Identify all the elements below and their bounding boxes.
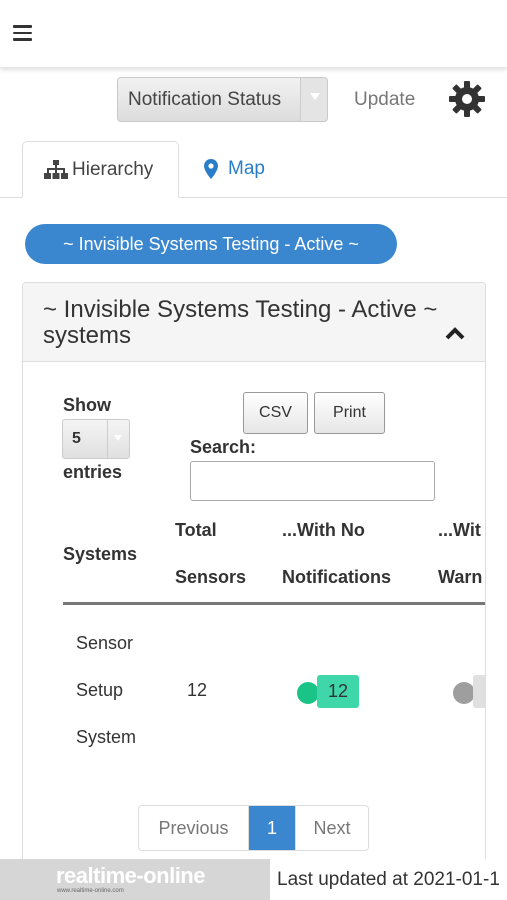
- show-label: Show: [63, 395, 111, 415]
- search-input[interactable]: [190, 461, 435, 501]
- view-tabs: Hierarchy Map: [0, 141, 507, 198]
- footer: realtime-online www.realtime-online.com …: [0, 859, 507, 900]
- top-bar: [0, 0, 507, 68]
- header-warnings[interactable]: Warn: [438, 567, 482, 588]
- tab-hierarchy[interactable]: Hierarchy: [22, 141, 179, 198]
- page-length-value: 5: [72, 430, 81, 447]
- chevron-up-icon[interactable]: [444, 325, 466, 341]
- page-1-button[interactable]: 1: [249, 806, 295, 850]
- previous-page-button[interactable]: Previous: [139, 806, 249, 850]
- logo-text: realtime-online: [56, 863, 205, 888]
- brand-logo: realtime-online www.realtime-online.com: [0, 859, 270, 900]
- warnings-badge[interactable]: [473, 675, 485, 708]
- system-name-line-2[interactable]: Setup: [76, 680, 123, 701]
- chevron-down-icon: [300, 78, 327, 121]
- tab-map-label: Map: [228, 158, 265, 179]
- entries-label: entries: [63, 462, 123, 482]
- notification-status-select[interactable]: Notification Status: [117, 77, 328, 122]
- status-dot-warning: [453, 682, 475, 704]
- pagination: Previous 1 Next: [138, 805, 369, 851]
- map-marker-icon: [204, 159, 218, 179]
- print-button[interactable]: Print: [314, 392, 385, 434]
- controls-bar: Notification Status Update: [0, 77, 507, 123]
- header-notifications[interactable]: Notifications: [282, 567, 391, 588]
- header-with-warnings[interactable]: ...Wit: [438, 520, 481, 541]
- logo-subtext: www.realtime-online.com: [57, 888, 124, 894]
- status-dot-ok: [297, 682, 319, 704]
- gear-icon[interactable]: [447, 79, 487, 119]
- header-divider: [63, 602, 485, 605]
- next-page-button[interactable]: Next: [295, 806, 368, 850]
- no-notifications-badge[interactable]: 12: [317, 675, 360, 708]
- systems-table: Systems Total Sensors ...With No Notific…: [63, 505, 485, 765]
- panel-header[interactable]: ~ Invisible Systems Testing - Active ~ s…: [23, 283, 485, 362]
- header-with-no[interactable]: ...With No: [282, 520, 365, 541]
- chevron-down-icon: [107, 420, 129, 458]
- update-button[interactable]: Update: [354, 89, 415, 111]
- header-sensors[interactable]: Sensors: [175, 567, 246, 588]
- group-filter-pill[interactable]: ~ Invisible Systems Testing - Active ~: [25, 224, 397, 264]
- total-sensors-cell: 12: [187, 680, 208, 700]
- tab-map[interactable]: Map: [180, 141, 290, 198]
- csv-button[interactable]: CSV: [243, 392, 308, 434]
- system-name-line-3[interactable]: System: [76, 727, 136, 748]
- sitemap-icon: [44, 160, 68, 179]
- notification-status-value: Notification Status: [128, 89, 282, 110]
- search-label: Search:: [190, 437, 257, 457]
- header-systems[interactable]: Systems: [63, 544, 137, 565]
- system-name-line-1[interactable]: Sensor: [76, 633, 133, 654]
- header-total[interactable]: Total: [175, 520, 217, 541]
- hamburger-icon[interactable]: [13, 25, 32, 41]
- tab-hierarchy-label: Hierarchy: [72, 159, 154, 180]
- page-length-select[interactable]: 5: [62, 419, 130, 459]
- panel-title: ~ Invisible Systems Testing - Active ~ s…: [43, 296, 438, 349]
- last-updated-text: Last updated at 2021-01-1: [277, 869, 500, 890]
